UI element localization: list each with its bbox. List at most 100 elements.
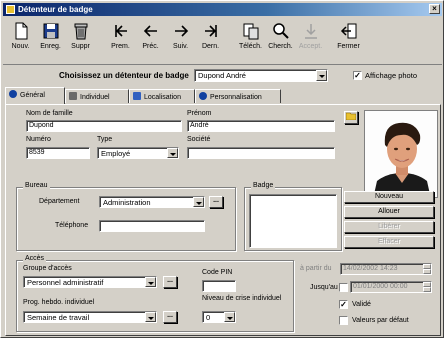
valid-from-spinner[interactable] <box>423 264 431 274</box>
validated-label: Validé <box>352 301 371 308</box>
close-button[interactable]: × <box>429 4 440 14</box>
previous-button[interactable]: Préc. <box>136 20 165 60</box>
tab-general-label: Général <box>20 92 45 99</box>
new-button[interactable]: Nouv. <box>6 20 35 60</box>
close-toolbar-label: Fermer <box>337 43 360 50</box>
first-name-label: Prénom <box>187 110 212 117</box>
tab-customization-label: Personnalisation <box>210 94 262 101</box>
close-toolbar-button[interactable]: Fermer <box>334 20 363 60</box>
search-button[interactable]: Cherch. <box>266 20 295 60</box>
person-photo-image <box>365 111 437 197</box>
badge-holder-window: Détenteur de badge × Nouv. Enreg. Suppr … <box>0 0 444 338</box>
department-label: Département <box>39 198 80 205</box>
access-group: Accès Groupe d'accès Personnel administr… <box>16 255 294 332</box>
pin-field[interactable] <box>202 280 236 292</box>
company-label: Société <box>187 136 211 143</box>
holder-selector-label: Choisissez un détenteur de badge <box>59 71 189 80</box>
next-label: Suiv. <box>172 43 189 50</box>
valid-until-label: Jusqu'au <box>310 284 338 291</box>
delete-button[interactable]: Suppr <box>66 20 95 60</box>
default-values-label: Valeurs par défaut <box>352 317 409 324</box>
valid-from-value: 14/02/2002 14:23 <box>343 265 398 272</box>
exit-icon <box>340 23 356 39</box>
title-bar[interactable]: Détenteur de badge × <box>3 3 442 16</box>
accept-button[interactable]: Accept. <box>296 20 325 60</box>
validated-checkbox[interactable]: ✓ <box>339 300 348 309</box>
tab-individual[interactable]: Individuel <box>65 89 129 103</box>
badge-assign-button[interactable]: Allouer <box>344 206 434 218</box>
valid-until-field[interactable]: 01/01/2000 00:00 <box>350 281 432 293</box>
show-photo-checkbox[interactable]: ✓ <box>353 71 362 80</box>
first-button[interactable]: Prem. <box>106 20 135 60</box>
last-name-field[interactable]: Dupond <box>26 120 182 132</box>
first-record-icon <box>114 25 127 37</box>
department-browse-button[interactable]: ... <box>209 196 223 208</box>
delete-label: Suppr <box>71 43 90 50</box>
valid-from-field[interactable]: 14/02/2002 14:23 <box>340 263 432 275</box>
chevron-down-icon[interactable] <box>145 312 156 322</box>
schedule-select-value: Semaine de travail <box>27 313 90 322</box>
company-field[interactable] <box>187 147 335 159</box>
phone-field[interactable] <box>99 220 205 232</box>
access-group-label: Groupe d'accès <box>23 265 72 272</box>
tab-customization[interactable]: Personnalisation <box>195 89 281 103</box>
first-label: Prem. <box>111 43 130 50</box>
new-label: Nouv. <box>11 43 30 50</box>
window-title: Détenteur de badge <box>18 5 93 14</box>
trash-icon <box>74 23 87 40</box>
access-group-select[interactable]: Personnel administratif <box>23 276 157 288</box>
toolbar: Nouv. Enreg. Suppr Prem. Préc. Suiv. Der… <box>3 17 442 65</box>
badge-group-caption: Badge <box>251 182 276 189</box>
save-icon <box>43 23 58 39</box>
chevron-down-icon[interactable] <box>167 148 178 158</box>
download-button[interactable]: Téléch. <box>236 20 265 60</box>
tab-general[interactable]: Général <box>5 87 65 104</box>
chevron-down-icon[interactable] <box>224 312 235 322</box>
valid-until-spinner[interactable] <box>423 282 431 292</box>
schedule-browse-button[interactable]: ... <box>163 311 177 323</box>
last-button[interactable]: Dern. <box>196 20 225 60</box>
pin-label: Code PIN <box>202 269 233 276</box>
next-button[interactable]: Suiv. <box>166 20 195 60</box>
previous-label: Préc. <box>142 43 159 50</box>
type-label: Type <box>97 136 113 143</box>
browse-photo-button[interactable] <box>344 111 358 124</box>
first-name-field[interactable]: André <box>187 120 335 132</box>
last-record-icon <box>204 25 217 37</box>
general-panel: Nom de famille Dupond Prénom André Numér… <box>5 104 441 336</box>
tab-location[interactable]: Localisation <box>129 89 195 103</box>
badge-new-button[interactable]: Nouveau <box>344 191 434 203</box>
office-group: Bureau Département Administration ... Té… <box>16 182 236 251</box>
search-label: Cherch. <box>268 43 293 50</box>
valid-until-checkbox[interactable] <box>339 283 348 292</box>
number-field[interactable]: 8539 <box>26 147 90 159</box>
valid-until-value: 01/01/2000 00:00 <box>353 283 408 290</box>
previous-icon <box>143 25 157 37</box>
save-button[interactable]: Enreg. <box>36 20 65 60</box>
crisis-level-value: 0 <box>206 313 211 322</box>
chevron-down-icon[interactable] <box>193 197 204 207</box>
type-select[interactable]: Employé <box>97 147 179 159</box>
app-icon <box>6 5 15 14</box>
chevron-down-icon[interactable] <box>316 70 327 81</box>
access-group-select-value: Personnel administratif <box>27 278 104 287</box>
badge-release-button[interactable]: Libérer <box>344 221 434 233</box>
holder-select-value: Dupond André <box>198 71 246 80</box>
office-group-caption: Bureau <box>23 182 50 189</box>
last-label: Dern. <box>201 43 220 50</box>
info-icon <box>9 90 17 98</box>
default-values-checkbox[interactable] <box>339 316 348 325</box>
holder-select[interactable]: Dupond André <box>194 69 328 82</box>
valid-from-label: à partir du <box>300 265 332 272</box>
chevron-down-icon[interactable] <box>145 277 156 287</box>
show-photo-label: Affichage photo <box>365 71 417 80</box>
badge-delete-button[interactable]: Effacer <box>344 236 434 248</box>
crisis-level-select[interactable]: 0 <box>202 311 236 323</box>
department-select[interactable]: Administration <box>99 196 205 208</box>
search-icon <box>272 23 289 39</box>
id-card-icon <box>69 92 77 100</box>
access-group-browse-button[interactable]: ... <box>163 276 177 288</box>
schedule-select[interactable]: Semaine de travail <box>23 311 157 323</box>
badge-list[interactable] <box>249 194 337 248</box>
accept-label: Accept. <box>298 43 323 50</box>
